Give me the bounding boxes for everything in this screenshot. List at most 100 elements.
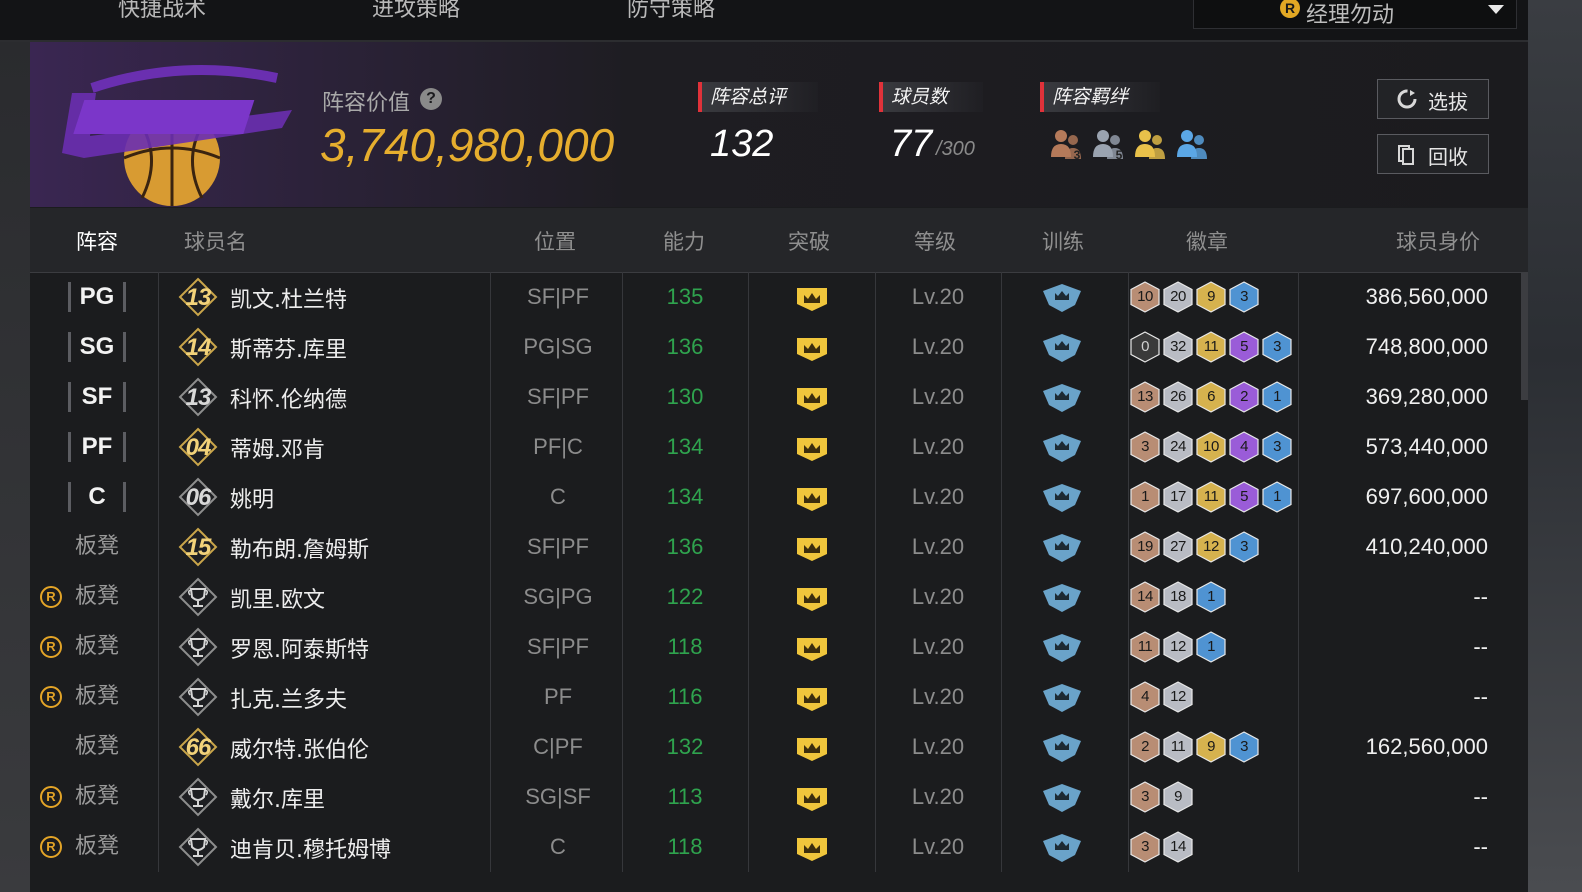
badge-gold[interactable]: 9 <box>1196 731 1226 763</box>
recycle-button[interactable]: 回收 <box>1377 134 1489 174</box>
draft-button[interactable]: 选拔 <box>1377 79 1489 119</box>
training-icon[interactable] <box>1042 733 1082 763</box>
table-row[interactable]: 板凳 66 威尔特.张伯伦 C|PF 132 Lv.20 2 11 9 3 162,560,000 <box>30 722 1520 772</box>
column-player-value[interactable]: 球员身价 <box>1396 226 1480 256</box>
training-icon[interactable] <box>1042 533 1082 563</box>
breakthrough-crown-icon[interactable] <box>795 734 829 762</box>
badge-bronze[interactable]: 1 <box>1130 481 1160 513</box>
table-row[interactable]: C 06 姚明 C 134 Lv.20 1 17 11 5 1 697,600,000 <box>30 472 1520 522</box>
lineup-slot[interactable]: 板凳 <box>68 532 126 562</box>
lineup-slot[interactable]: 板凳 <box>68 782 126 812</box>
badge-blue[interactable]: 3 <box>1262 431 1292 463</box>
table-row[interactable]: PF 04 蒂姆.邓肯 PF|C 134 Lv.20 3 24 10 4 3 573,440,000 <box>30 422 1520 472</box>
badge-gold[interactable]: 12 <box>1196 531 1226 563</box>
badge-silver[interactable]: 26 <box>1163 381 1193 413</box>
badge-blue[interactable]: 1 <box>1262 481 1292 513</box>
table-row[interactable]: R 板凳 罗恩.阿泰斯特 SF|PF 118 Lv.20 11 12 1 -- <box>30 622 1520 672</box>
player-name[interactable]: 凯里.欧文 <box>230 582 325 614</box>
scrollbar[interactable] <box>1521 272 1528 400</box>
lineup-slot[interactable]: PG <box>68 282 126 312</box>
table-row[interactable]: SF 13 科怀.伦纳德 SF|PF 130 Lv.20 13 26 6 2 1 369,280,00… <box>30 372 1520 422</box>
table-row[interactable]: R 板凳 迪肯贝.穆托姆博 C 118 Lv.20 3 14 -- <box>30 822 1520 872</box>
training-icon[interactable] <box>1042 383 1082 413</box>
player-name[interactable]: 迪肯贝.穆托姆博 <box>230 832 391 864</box>
breakthrough-crown-icon[interactable] <box>795 384 829 412</box>
table-row[interactable]: R 板凳 扎克.兰多夫 PF 116 Lv.20 4 12 -- <box>30 672 1520 722</box>
badge-blue[interactable]: 1 <box>1196 581 1226 613</box>
lineup-slot[interactable]: PF <box>68 432 126 462</box>
column-training[interactable]: 训练 <box>1042 226 1084 256</box>
bond-icon-blue[interactable] <box>1174 127 1212 163</box>
breakthrough-crown-icon[interactable] <box>795 834 829 862</box>
training-icon[interactable] <box>1042 833 1082 863</box>
player-name[interactable]: 威尔特.张伯伦 <box>230 732 369 764</box>
player-name[interactable]: 蒂姆.邓肯 <box>230 432 325 464</box>
badge-blue[interactable]: 1 <box>1196 631 1226 663</box>
badge-bronze[interactable]: 13 <box>1130 381 1160 413</box>
tab-quick-tactics[interactable]: 快捷战术 <box>118 0 206 24</box>
breakthrough-crown-icon[interactable] <box>795 534 829 562</box>
tab-defense-strategy[interactable]: 防守策略 <box>627 0 715 24</box>
player-name[interactable]: 罗恩.阿泰斯特 <box>230 632 369 664</box>
badge-bronze[interactable]: 3 <box>1130 831 1160 863</box>
training-icon[interactable] <box>1042 483 1082 513</box>
badge-silver[interactable]: 17 <box>1163 481 1193 513</box>
training-icon[interactable] <box>1042 283 1082 313</box>
bond-icon-silver[interactable]: 5 <box>1090 127 1128 163</box>
bond-icon-gold[interactable] <box>1132 127 1170 163</box>
badge-bronze[interactable]: 10 <box>1130 281 1160 313</box>
badge-purple[interactable]: 5 <box>1229 481 1259 513</box>
badge-gold[interactable]: 11 <box>1196 331 1226 363</box>
training-icon[interactable] <box>1042 783 1082 813</box>
breakthrough-crown-icon[interactable] <box>795 634 829 662</box>
training-icon[interactable] <box>1042 633 1082 663</box>
table-row[interactable]: 板凳 15 勒布朗.詹姆斯 SF|PF 136 Lv.20 19 27 12 3 410,240,0… <box>30 522 1520 572</box>
player-name[interactable]: 科怀.伦纳德 <box>230 382 347 414</box>
breakthrough-crown-icon[interactable] <box>795 334 829 362</box>
badge-bronze[interactable]: 19 <box>1130 531 1160 563</box>
badge-bronze[interactable]: 3 <box>1130 431 1160 463</box>
training-icon[interactable] <box>1042 433 1082 463</box>
badge-purple[interactable]: 4 <box>1229 431 1259 463</box>
column-lineup[interactable]: 阵容 <box>76 226 118 256</box>
column-badges[interactable]: 徽章 <box>1186 226 1228 256</box>
badge-blue[interactable]: 3 <box>1229 731 1259 763</box>
player-name[interactable]: 扎克.兰多夫 <box>230 682 347 714</box>
badge-bronze[interactable]: 4 <box>1130 681 1160 713</box>
badge-gold[interactable]: 11 <box>1196 481 1226 513</box>
lineup-slot[interactable]: 板凳 <box>68 632 126 662</box>
badge-silver[interactable]: 14 <box>1163 831 1193 863</box>
badge-silver[interactable]: 32 <box>1163 331 1193 363</box>
badge-silver[interactable]: 12 <box>1163 631 1193 663</box>
badge-silver[interactable]: 11 <box>1163 731 1193 763</box>
badge-blue[interactable]: 3 <box>1229 281 1259 313</box>
player-name[interactable]: 斯蒂芬.库里 <box>230 332 347 364</box>
lineup-slot[interactable]: SG <box>68 332 126 362</box>
manager-dropdown[interactable]: R 经理勿动 <box>1193 0 1517 29</box>
badge-bronze[interactable]: 3 <box>1130 781 1160 813</box>
breakthrough-crown-icon[interactable] <box>795 784 829 812</box>
player-name[interactable]: 姚明 <box>230 482 274 514</box>
table-row[interactable]: R 板凳 戴尔.库里 SG|SF 113 Lv.20 3 9 -- <box>30 772 1520 822</box>
badge-purple[interactable]: 2 <box>1229 381 1259 413</box>
badge-bronze[interactable]: 2 <box>1130 731 1160 763</box>
lineup-slot[interactable]: 板凳 <box>68 732 126 762</box>
breakthrough-crown-icon[interactable] <box>795 584 829 612</box>
player-name[interactable]: 戴尔.库里 <box>230 782 325 814</box>
training-icon[interactable] <box>1042 333 1082 363</box>
column-player-name[interactable]: 球员名 <box>184 226 247 256</box>
badge-blue[interactable]: 3 <box>1229 531 1259 563</box>
badge-blue[interactable]: 1 <box>1262 381 1292 413</box>
badge-silver[interactable]: 24 <box>1163 431 1193 463</box>
training-icon[interactable] <box>1042 583 1082 613</box>
lineup-slot[interactable]: C <box>68 482 126 512</box>
column-breakthrough[interactable]: 突破 <box>788 226 830 256</box>
column-level[interactable]: 等级 <box>914 226 956 256</box>
badge-purple[interactable]: 5 <box>1229 331 1259 363</box>
table-row[interactable]: R 板凳 凯里.欧文 SG|PG 122 Lv.20 14 18 1 -- <box>30 572 1520 622</box>
lineup-slot[interactable]: 板凳 <box>68 682 126 712</box>
badge-gold[interactable]: 6 <box>1196 381 1226 413</box>
breakthrough-crown-icon[interactable] <box>795 484 829 512</box>
badge-bronze[interactable]: 14 <box>1130 581 1160 613</box>
help-icon[interactable]: ? <box>420 88 442 110</box>
